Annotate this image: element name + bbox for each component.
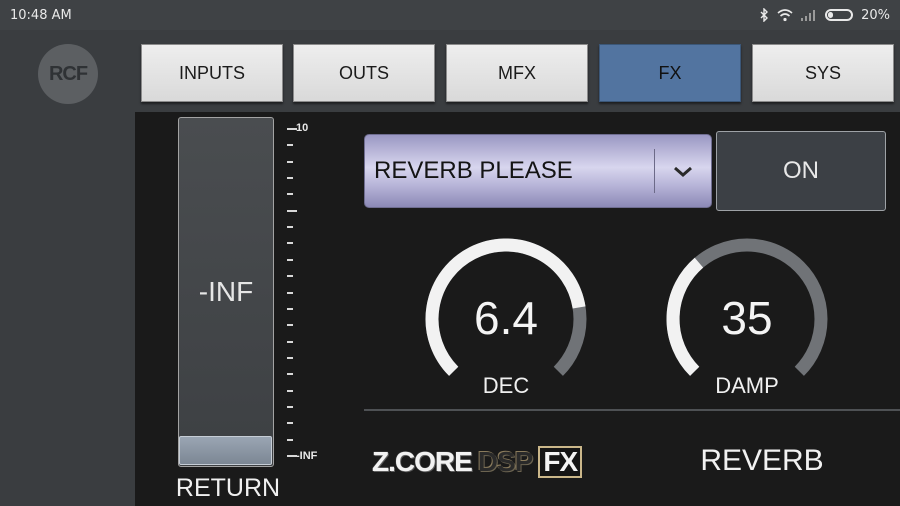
brand-dsp: DSP [477,446,534,477]
tab-mfx[interactable]: MFX [446,44,588,102]
scale-tick [287,340,293,343]
brand-fx: FX [538,446,583,478]
scale-tick [287,242,293,245]
tab-inputs[interactable]: INPUTS [141,44,283,102]
scale-tick [287,356,293,359]
scale-tick [287,144,293,147]
cell-signal-icon [801,10,816,21]
status-time: 10:48 AM [10,7,72,23]
scale-tick [287,275,293,278]
fader-scale: 10 -INF [283,120,343,465]
scale-tick [287,455,297,457]
scale-tick [287,307,293,310]
tab-label: FX [658,62,682,83]
divider [364,409,900,411]
scale-tick [287,177,293,180]
damp-label: DAMP [715,373,779,398]
scale-tick [287,209,297,212]
return-fader-handle[interactable] [179,436,272,465]
effect-name: REVERB [700,444,824,477]
tab-label: OUTS [338,62,389,83]
scale-tick [287,291,293,294]
tab-label: SYS [804,62,842,83]
scale-tick [287,193,293,196]
scale-tick [287,389,293,392]
preset-selected: REVERB PLEASE [374,157,573,184]
wifi-icon [777,8,793,21]
chevron-down-icon[interactable] [655,158,711,184]
scale-tick [287,258,293,261]
scale-tick [287,160,293,163]
damp-value: 35 [721,292,773,344]
status-icons: 20% [759,8,890,23]
zcore-dsp-fx-logo: Z.CORE DSP FX [372,444,583,480]
preset-dropdown[interactable]: REVERB PLEASE [364,134,712,208]
brand-zcore: Z.CORE [372,446,473,477]
decay-knob[interactable]: 6.4 DEC [420,233,592,405]
scale-tick [287,405,293,408]
status-bar: 10:48 AM 20% [0,0,900,30]
logo-text: RCF [48,62,88,85]
battery-icon [825,9,854,21]
tab-fx[interactable]: FX [599,44,741,102]
decay-label: DEC [482,373,530,398]
scale-tick [287,324,293,327]
scale-bottom-label: -INF [296,450,318,462]
scale-tick [287,128,297,130]
rcf-logo: RCF [38,44,98,104]
tab-label: MFX [498,62,536,83]
return-fader-value: -INF [198,276,254,307]
tab-outs[interactable]: OUTS [293,44,435,102]
tab-sys[interactable]: SYS [752,44,894,102]
damp-knob[interactable]: 35 DAMP [661,233,833,405]
bluetooth-icon [760,8,769,22]
scale-tick [287,438,293,441]
on-button-label: ON [783,157,819,184]
scale-tick [287,226,293,229]
fx-on-button[interactable]: ON [716,131,886,211]
decay-value: 6.4 [474,292,538,344]
tab-label: INPUTS [178,62,245,83]
battery-percent: 20% [861,7,890,23]
return-label: RETURN [175,474,281,502]
scale-tick [287,373,293,376]
scale-top-label: 10 [296,122,309,134]
scale-tick [287,422,293,425]
